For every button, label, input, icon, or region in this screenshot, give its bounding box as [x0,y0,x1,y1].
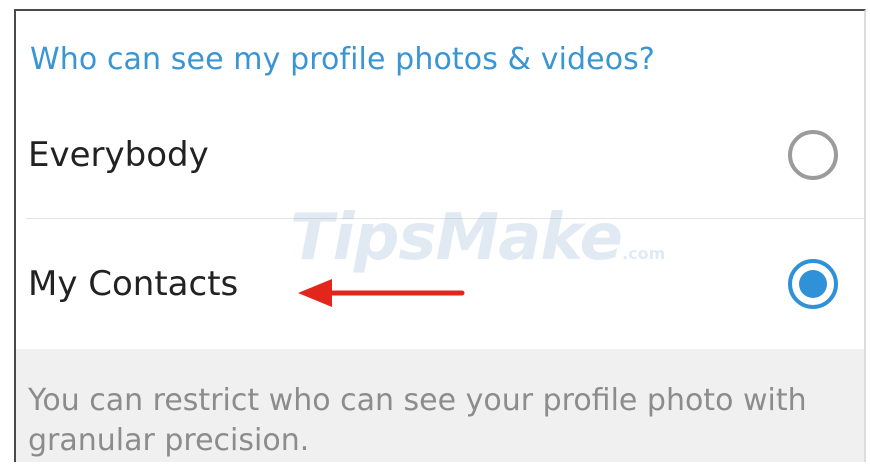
option-label: My Contacts [28,264,239,304]
section-title: Who can see my profile photos & videos? [30,42,655,77]
radio-dot [799,270,827,298]
privacy-settings-screen: Who can see my profile photos & videos? … [14,9,866,462]
info-text: You can restrict who can see your profil… [28,383,807,458]
watermark-suffix: .com [622,244,666,263]
watermark-logo: TipsMake.com [290,201,665,275]
option-label: Everybody [28,135,209,175]
watermark-brand: TipsMake [290,201,623,275]
info-panel: You can restrict who can see your profil… [16,349,864,462]
annotation-arrow-icon [298,279,465,307]
radio-selected-icon[interactable] [788,259,838,309]
radio-unselected-icon[interactable] [788,130,838,180]
